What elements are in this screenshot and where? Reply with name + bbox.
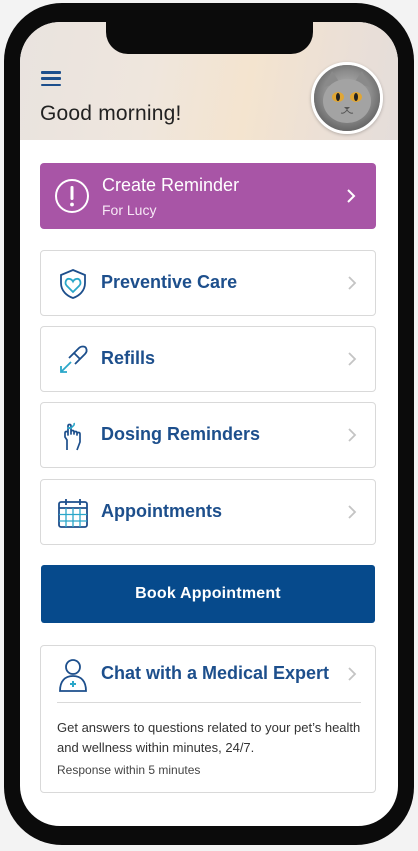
phone-frame: Good morning! Create Reminder For Lucy P…	[4, 3, 414, 845]
menu-item-dosing-reminders[interactable]: Dosing Reminders	[40, 402, 376, 468]
hamburger-menu-icon[interactable]	[41, 71, 61, 86]
chevron-right-icon	[348, 667, 357, 681]
alert-circle-icon	[55, 179, 89, 213]
divider	[57, 702, 361, 703]
create-reminder-button[interactable]: Create Reminder For Lucy	[40, 163, 376, 229]
menu-item-appointments[interactable]: Appointments	[40, 479, 376, 545]
calendar-icon	[58, 499, 88, 528]
shield-heart-icon	[60, 269, 86, 299]
chevron-right-icon	[348, 276, 357, 290]
create-reminder-subtitle: For Lucy	[102, 202, 157, 218]
chat-response-time: Response within 5 minutes	[57, 763, 201, 777]
app-screen: Good morning! Create Reminder For Lucy P…	[20, 22, 398, 826]
chevron-right-icon	[348, 352, 357, 366]
book-appointment-button[interactable]: Book Appointment	[41, 565, 375, 623]
menu-item-label: Refills	[101, 348, 156, 368]
menu-item-label: Preventive Care	[101, 272, 238, 292]
menu-item-preventive-care[interactable]: Preventive Care	[40, 250, 376, 316]
greeting-text: Good morning!	[40, 102, 182, 125]
chat-description: Get answers to questions related to your…	[57, 720, 361, 755]
chat-title: Chat with a Medical Expert	[101, 663, 330, 683]
chevron-right-icon	[348, 428, 357, 442]
phone-notch	[106, 22, 313, 54]
pet-avatar[interactable]	[311, 62, 383, 134]
refill-arrows-icon	[60, 345, 88, 373]
create-reminder-title: Create Reminder	[102, 175, 240, 195]
chat-medical-expert-card[interactable]: Chat with a Medical Expert Get answers t…	[40, 645, 376, 793]
menu-item-refills[interactable]: Refills	[40, 326, 376, 392]
finger-string-icon	[64, 422, 81, 451]
chevron-right-icon	[347, 189, 356, 203]
person-medical-icon	[59, 659, 87, 692]
chevron-right-icon	[348, 505, 357, 519]
menu-item-label: Dosing Reminders	[101, 424, 261, 444]
menu-item-label: Appointments	[101, 501, 222, 521]
